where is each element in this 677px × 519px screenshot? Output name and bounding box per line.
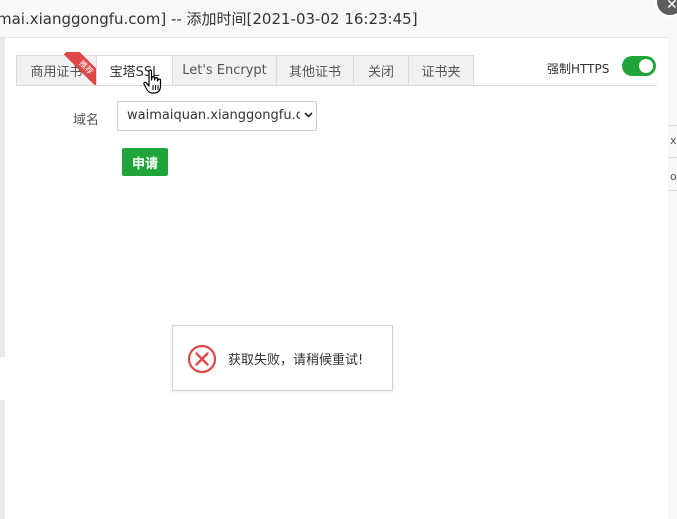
- ssl-tabs: 商用证书 推荐 宝塔SSL Let's Encrypt 其他证书 关闭 证书夹: [16, 52, 474, 86]
- tab-commercial-cert[interactable]: 商用证书 推荐: [16, 52, 97, 86]
- background-left-strip: [0, 37, 5, 357]
- domain-select-value: waimaiquan.xianggongfu.com: [127, 108, 317, 123]
- tab-label: 关闭: [367, 65, 394, 80]
- tab-cert-folder[interactable]: 证书夹: [408, 55, 474, 86]
- background-text: o: [670, 170, 677, 183]
- background-left-strip: [0, 400, 5, 519]
- tab-label: 其他证书: [288, 65, 341, 80]
- error-icon: [187, 344, 217, 378]
- tab-lets-encrypt[interactable]: Let's Encrypt: [172, 55, 276, 86]
- recommend-badge: 推荐: [63, 52, 97, 86]
- tab-label: 证书夹: [421, 65, 461, 80]
- force-https-toggle[interactable]: [622, 56, 656, 76]
- tab-divider: [16, 85, 657, 86]
- apply-button[interactable]: 申请: [122, 148, 168, 176]
- dialog-title: mai.xianggongfu.com] -- 添加时间[2021-03-02 …: [0, 10, 418, 28]
- force-https-label: 强制HTTPS: [547, 62, 610, 76]
- domain-select[interactable]: waimaiquan.xianggongfu.com: [117, 101, 317, 131]
- toggle-knob: [639, 59, 653, 73]
- background-page: x o: [668, 0, 677, 519]
- tab-close[interactable]: 关闭: [353, 55, 408, 86]
- tab-label: Let's Encrypt: [182, 63, 267, 78]
- domain-label: 域名: [73, 113, 100, 128]
- background-text: x: [670, 134, 677, 147]
- error-toast: 获取失败，请稍候重试!: [172, 325, 393, 391]
- hand-cursor-icon: [143, 69, 163, 99]
- dialog-title-bar: mai.xianggongfu.com] -- 添加时间[2021-03-02 …: [0, 0, 668, 38]
- tab-other-cert[interactable]: 其他证书: [276, 55, 353, 86]
- close-icon: ✕: [666, 0, 677, 13]
- error-message: 获取失败，请稍候重试!: [228, 353, 364, 368]
- chevron-down-icon: [300, 102, 316, 130]
